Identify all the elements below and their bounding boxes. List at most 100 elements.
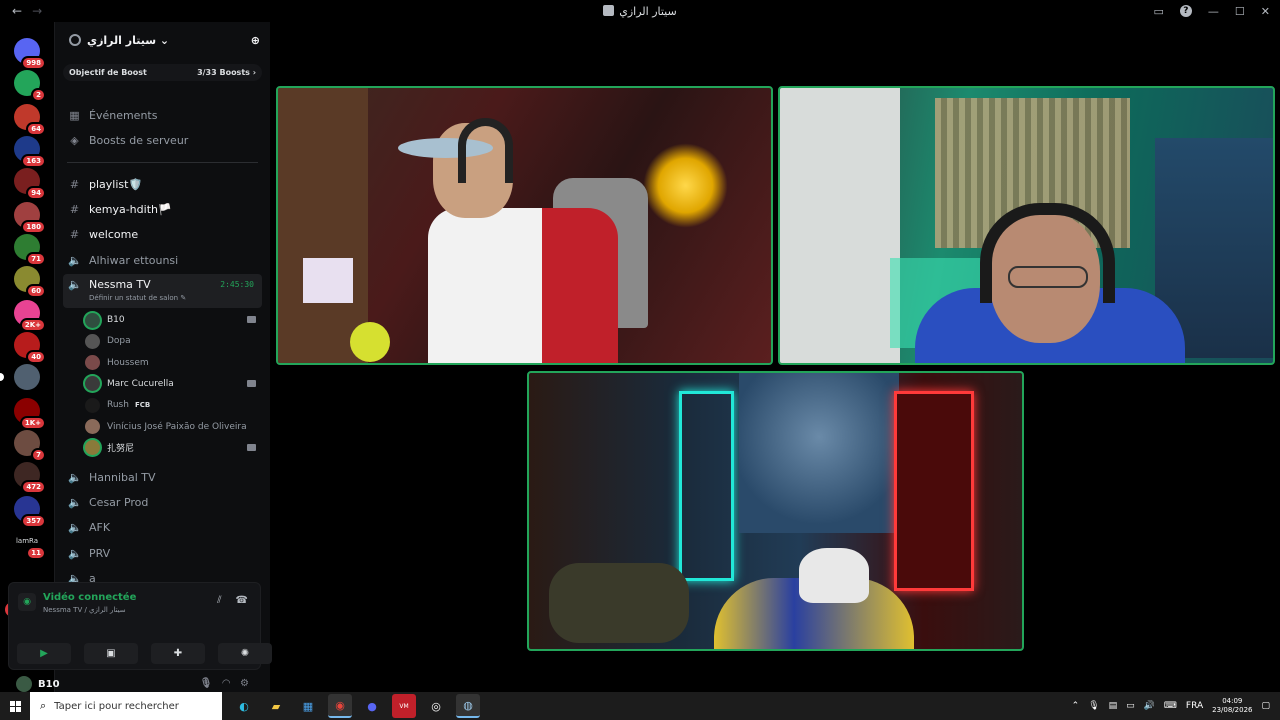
windows-start-icon[interactable]: [0, 692, 30, 720]
minimize-button[interactable]: —: [1208, 5, 1219, 18]
voice-channel-nessma-tv[interactable]: 🔈 Nessma TV 2:45:30 Définir un statut de…: [63, 274, 262, 308]
user-controls: 🎙 ◠ ⚙: [200, 678, 249, 689]
gear-icon[interactable]: ⚙: [240, 678, 249, 689]
mention-badge: 2K+: [19, 318, 46, 332]
title-bar: ← → سيتار الرازي ▭ ? — ☐ ✕: [0, 0, 1280, 22]
edge-icon[interactable]: ◐: [232, 694, 256, 718]
file-explorer-icon[interactable]: ▰: [264, 694, 288, 718]
user-tag: FCB: [134, 401, 151, 410]
server-icon[interactable]: 60: [14, 266, 46, 298]
forward-arrow-icon[interactable]: →: [32, 4, 42, 18]
chevron-up-icon[interactable]: ⌃: [1072, 701, 1080, 711]
microphone-icon[interactable]: 🎙: [1088, 701, 1099, 711]
mention-badge: 2: [31, 88, 46, 102]
voice-user[interactable]: Dopa: [85, 331, 262, 351]
server-icon[interactable]: 94: [14, 168, 46, 200]
disconnect-icon[interactable]: ☎: [236, 595, 248, 606]
discord-icon[interactable]: ●: [360, 694, 384, 718]
store-icon[interactable]: ▦: [296, 694, 320, 718]
server-icon[interactable]: 998: [14, 38, 46, 70]
screen-share-button[interactable]: ▣: [84, 643, 138, 664]
voice-user[interactable]: Vinícius José Paixão de Oliveira: [85, 417, 262, 437]
server-icon[interactable]: [0, 364, 40, 390]
mention-badge: 357: [21, 514, 46, 528]
obs-icon[interactable]: ◎: [424, 694, 448, 718]
server-icon[interactable]: lamRa 11: [14, 528, 46, 560]
set-channel-status[interactable]: Définir un statut de salon ✎: [89, 294, 186, 302]
add-member-icon[interactable]: ⊕: [251, 34, 260, 47]
help-icon[interactable]: ?: [1179, 5, 1192, 17]
back-arrow-icon[interactable]: ←: [12, 4, 22, 18]
channel-playlist[interactable]: # playlist🛡️: [63, 173, 262, 195]
video-tile[interactable]: [527, 371, 1024, 651]
server-icon[interactable]: 180: [14, 202, 46, 234]
server-icon[interactable]: 472: [14, 462, 46, 494]
video-tile[interactable]: [276, 86, 773, 365]
active-channel-label: Nessma TV: [89, 278, 151, 291]
voice-user[interactable]: 扎努尼: [85, 438, 262, 458]
taskbar-search[interactable]: ⌕ Taper ici pour rechercher: [30, 692, 222, 720]
camera-button[interactable]: ▶: [17, 643, 71, 664]
server-icon[interactable]: 40: [14, 332, 46, 364]
calendar-icon: ▦: [69, 108, 80, 122]
keyboard-icon[interactable]: ⌨: [1164, 701, 1177, 711]
clock[interactable]: 04:09 23/08/2026: [1212, 697, 1252, 715]
server-icon[interactable]: 2K+: [14, 300, 46, 332]
server-icon[interactable]: 2: [14, 70, 46, 102]
voice-user[interactable]: Marc Cucurella: [85, 374, 262, 394]
microphone-icon[interactable]: 🎙: [200, 678, 213, 689]
server-icon[interactable]: 357: [14, 496, 46, 528]
network-icon[interactable]: ▤: [1109, 701, 1118, 711]
server-icon[interactable]: 71: [14, 234, 46, 266]
voice-channel-cesar-prod[interactable]: 🔈 Cesar Prod: [63, 491, 262, 513]
voice-channel-afk[interactable]: 🔈 AFK: [63, 516, 262, 538]
voicemeeter-icon[interactable]: VM: [392, 694, 416, 718]
user-panel: B10 🎙 ◠ ⚙: [8, 676, 261, 692]
inbox-icon[interactable]: ▭: [1154, 5, 1164, 18]
volume-icon[interactable]: 🔊: [1144, 701, 1155, 711]
camera-icon: [247, 316, 256, 323]
server-icon[interactable]: 163: [14, 136, 46, 168]
language-indicator[interactable]: FRA: [1186, 701, 1203, 711]
clock-date: 23/08/2026: [1212, 706, 1253, 714]
server-icon[interactable]: 7: [14, 430, 46, 462]
voice-channel-hannibal[interactable]: 🔈 Hannibal TV: [63, 466, 262, 488]
voice-user-name: B10: [107, 315, 125, 325]
chrome-icon[interactable]: ◉: [328, 694, 352, 718]
voice-user-name: Rush: [107, 400, 129, 411]
boost-goal-bar[interactable]: Objectif de Boost 3/33 Boosts ›: [63, 64, 262, 81]
activities-button[interactable]: ✚: [151, 643, 205, 664]
voice-user[interactable]: Houssem: [85, 353, 262, 373]
server-name: سيتار الرازي: [87, 33, 157, 47]
soundboard-button[interactable]: ✺: [218, 643, 272, 664]
voice-channel-prv[interactable]: 🔈 PRV: [63, 542, 262, 564]
server-icon[interactable]: 1K+: [14, 398, 46, 430]
channel-kemya-hdith[interactable]: # kemya-hdith🏳️: [63, 198, 262, 220]
mention-badge: 1K+: [19, 416, 46, 430]
noise-suppression-icon[interactable]: ⫽: [217, 595, 221, 606]
notifications-icon[interactable]: ▢: [1261, 701, 1270, 711]
channel-label: welcome: [89, 227, 139, 241]
selected-server-pill: [0, 373, 4, 381]
signal-icon[interactable]: ◉: [18, 593, 36, 611]
voice-channel-alhiwar[interactable]: 🔈 Alhiwar ettounsi: [63, 249, 262, 271]
camera-icon: [247, 379, 256, 387]
server-boosts-link[interactable]: ◈ Boosts de serveur: [63, 129, 262, 151]
video-tile[interactable]: [778, 86, 1275, 365]
events-link[interactable]: ▦ Événements: [63, 104, 262, 126]
voice-user[interactable]: Rush FCB: [85, 395, 262, 415]
steam-icon[interactable]: ◍: [456, 694, 480, 718]
speaker-icon: 🔈: [68, 470, 82, 484]
voice-status[interactable]: Vidéo connectée: [43, 592, 136, 603]
channel-welcome[interactable]: # welcome: [63, 223, 262, 245]
display-icon[interactable]: ▭: [1126, 701, 1135, 711]
server-header[interactable]: سيتار الرازي ⌄ ⊕: [55, 22, 270, 58]
maximize-button[interactable]: ☐: [1235, 5, 1245, 18]
avatar[interactable]: [16, 676, 32, 692]
voice-user[interactable]: B10: [85, 310, 262, 330]
channel-label: AFK: [89, 520, 111, 534]
channel-label: PRV: [89, 546, 111, 560]
headphones-icon[interactable]: ◠: [222, 678, 230, 689]
server-icon[interactable]: 64: [14, 104, 46, 136]
close-button[interactable]: ✕: [1261, 5, 1270, 18]
